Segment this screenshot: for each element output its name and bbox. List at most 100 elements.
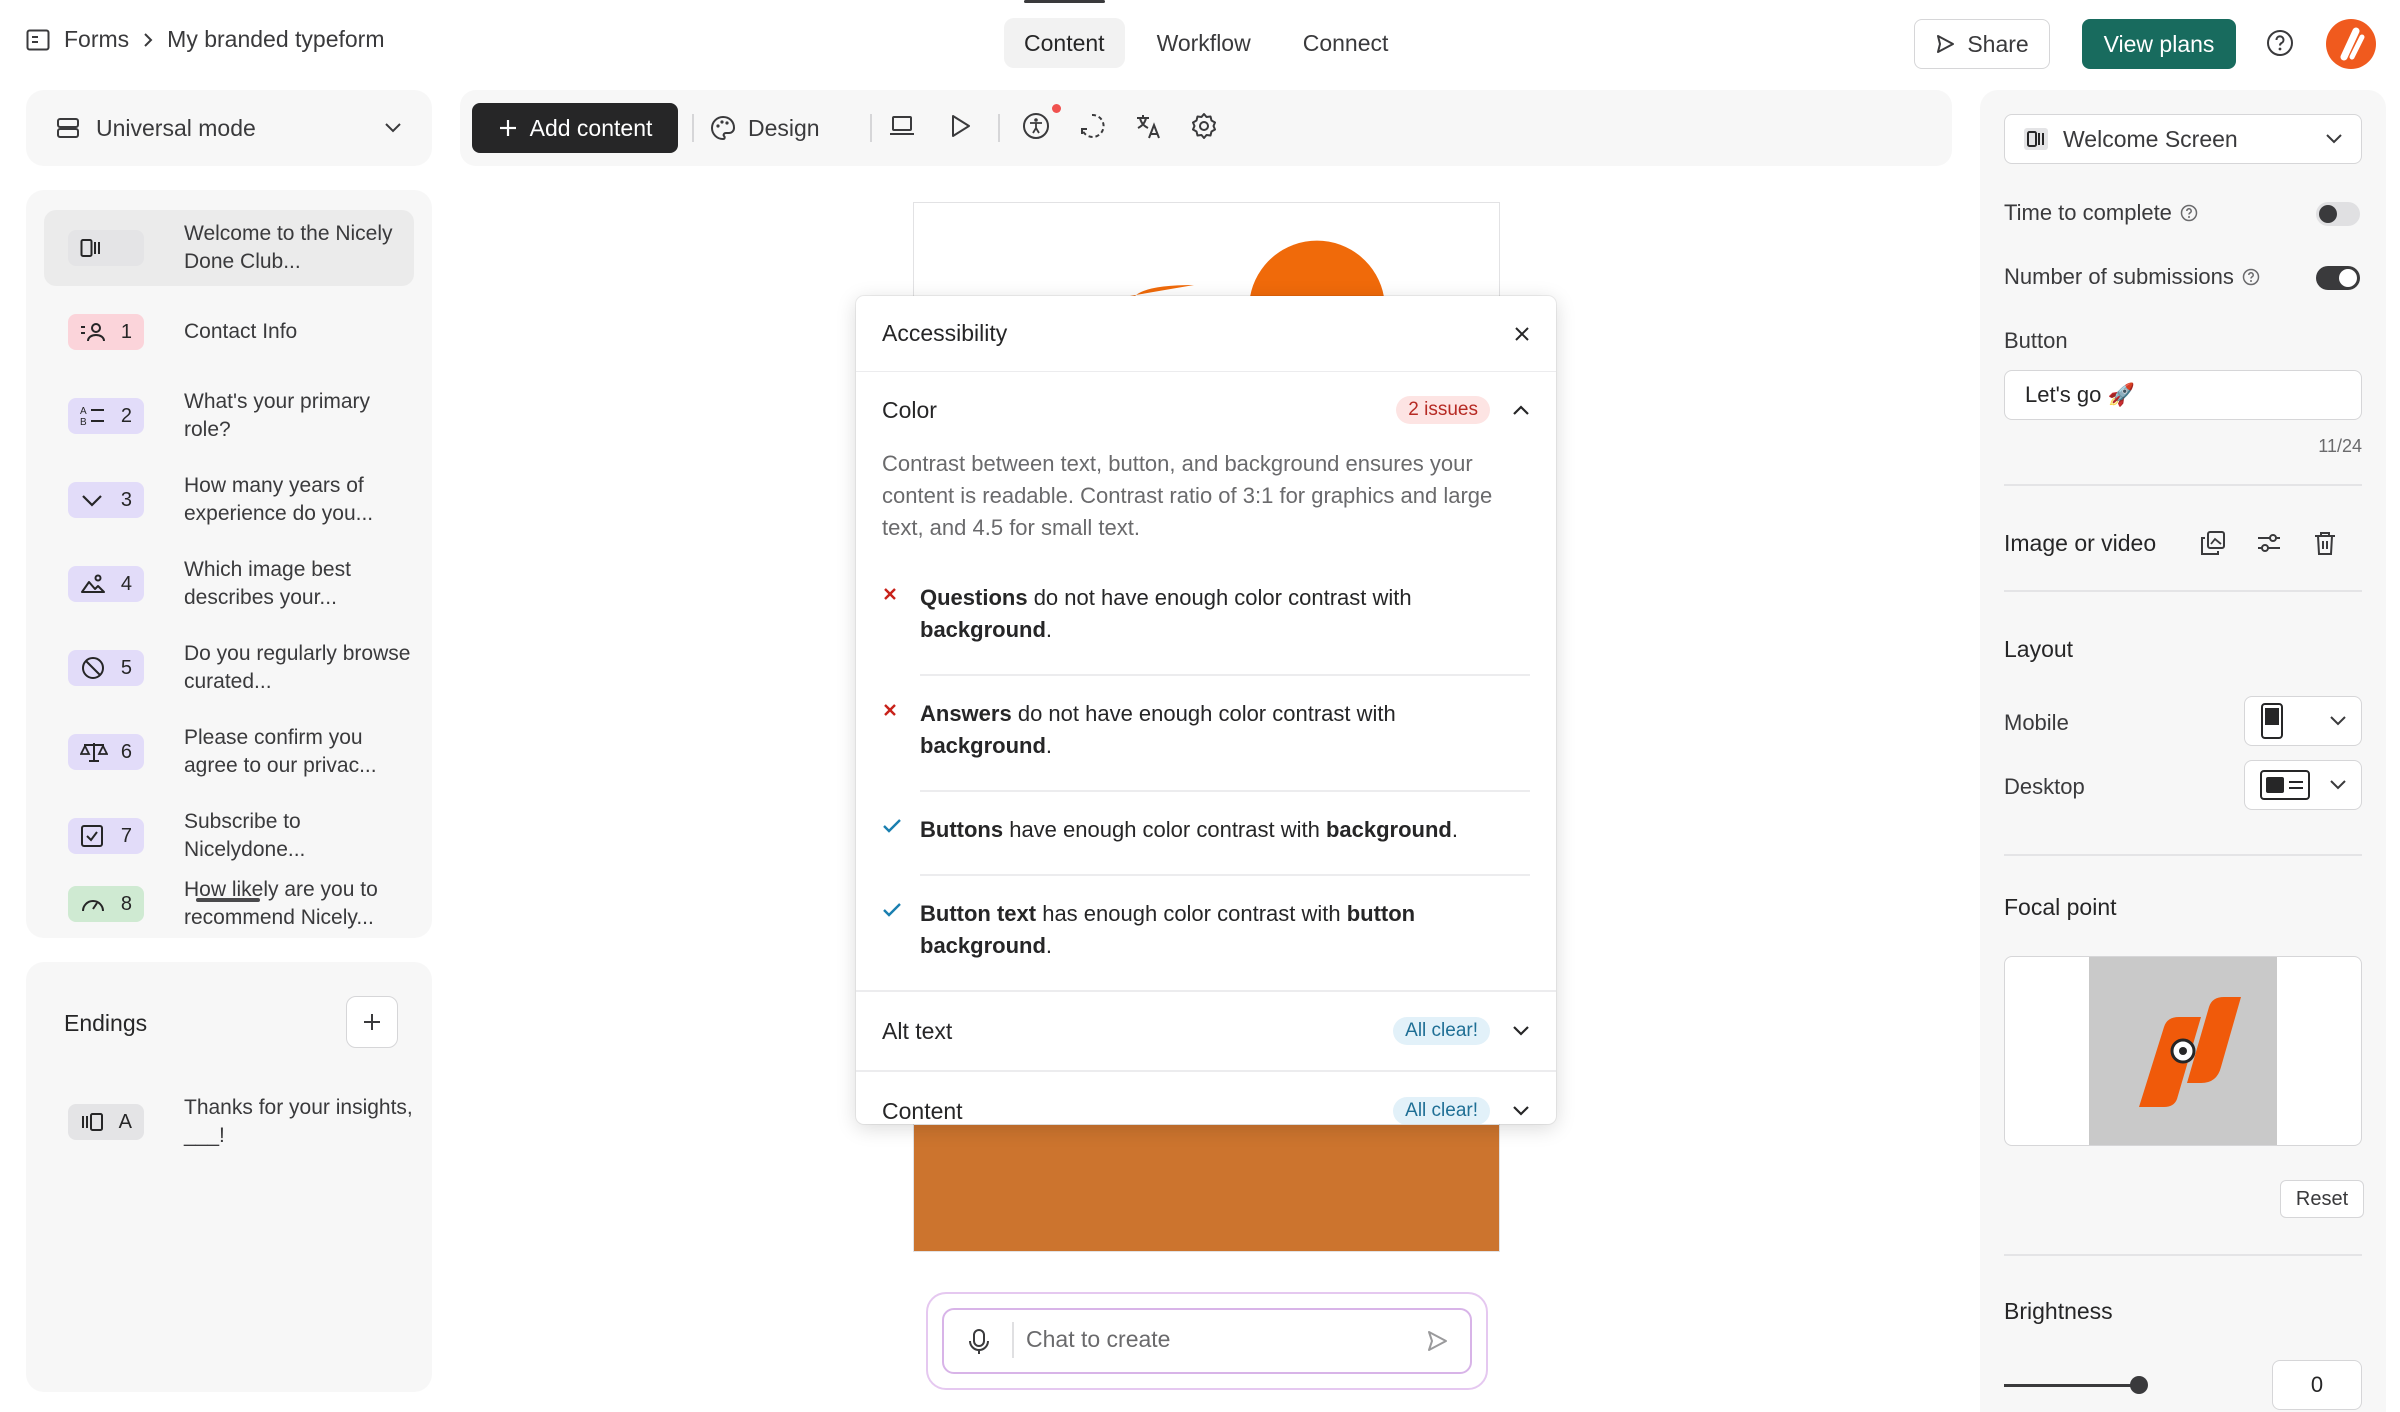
list-item[interactable]: 4 Which image best describes your... — [44, 546, 414, 622]
chat-input[interactable]: Chat to create — [1026, 1326, 1170, 1353]
notification-dot — [1052, 104, 1061, 113]
color-section-header[interactable]: Color 2 issues — [856, 372, 1556, 448]
time-to-complete-toggle[interactable] — [2316, 202, 2360, 226]
accessibility-icon[interactable] — [1022, 112, 1050, 140]
share-label: Share — [1967, 30, 2029, 57]
check-end: . — [1451, 817, 1458, 842]
add-ending-button[interactable] — [346, 996, 398, 1048]
chevron-up-icon[interactable] — [1512, 404, 1530, 416]
question-label: Do you regularly browse curated... — [184, 642, 411, 693]
check-middle: have enough color contrast with — [1003, 817, 1326, 842]
submissions-label: Number of submissions — [2004, 264, 2234, 289]
welcome-screen-icon — [2023, 127, 2049, 151]
brightness-input[interactable]: 0 — [2272, 1360, 2362, 1410]
question-badge — [68, 230, 144, 266]
screen-type-label: Welcome Screen — [2063, 125, 2238, 152]
list-item[interactable]: A Thanks for your insights, ___! — [44, 1084, 414, 1160]
contrast-check: Buttons have enough color contrast with … — [882, 814, 1532, 854]
close-icon[interactable] — [1514, 326, 1530, 342]
trash-icon[interactable] — [2312, 530, 2338, 556]
mode-selector[interactable]: Universal mode — [26, 90, 432, 166]
list-item[interactable]: 7 Subscribe to Nicelydone... — [44, 798, 414, 874]
submissions-row: Number of submissions — [2004, 264, 2260, 290]
palette-icon — [710, 115, 736, 141]
play-icon[interactable] — [946, 112, 974, 140]
svg-text:A: A — [80, 406, 87, 417]
plus-icon — [362, 1012, 382, 1032]
info-icon[interactable] — [2180, 204, 2198, 222]
status-badge: All clear! — [1393, 1017, 1490, 1045]
question-badge: 3 — [68, 482, 144, 518]
info-icon[interactable] — [2242, 268, 2260, 286]
laptop-icon[interactable] — [888, 112, 916, 140]
color-description: Contrast between text, button, and backg… — [882, 451, 1493, 540]
tab-workflow[interactable]: Workflow — [1137, 18, 1271, 68]
list-item[interactable]: AB 2 What's your primary role? — [44, 378, 414, 454]
submissions-toggle[interactable] — [2316, 266, 2360, 290]
mobile-layout-icon — [2259, 703, 2285, 739]
list-item[interactable]: 5 Do you regularly browse curated... — [44, 630, 414, 706]
mobile-layout-select[interactable] — [2244, 696, 2362, 746]
brightness-slider-track[interactable] — [2004, 1384, 2140, 1387]
add-content-button[interactable]: Add content — [472, 103, 678, 153]
breadcrumb-forms-link[interactable]: Forms — [64, 26, 129, 53]
brand-logo-image — [2139, 997, 2241, 1107]
list-item[interactable]: 6 Please confirm you agree to our privac… — [44, 714, 414, 790]
help-icon[interactable] — [2266, 29, 2294, 57]
ending-badge: A — [68, 1104, 144, 1140]
svg-text:B: B — [80, 417, 87, 427]
question-badge: 5 — [68, 650, 144, 686]
share-button[interactable]: Share — [1914, 19, 2050, 69]
question-number: 5 — [120, 656, 132, 679]
chevron-down-icon — [2329, 779, 2347, 791]
adjust-icon[interactable] — [2256, 530, 2282, 556]
scrollbar[interactable] — [196, 898, 260, 902]
gear-icon[interactable] — [1190, 112, 1218, 140]
logic-icon[interactable] — [1078, 112, 1106, 140]
design-button[interactable]: Design — [710, 103, 820, 153]
chevron-down-icon[interactable] — [1512, 1105, 1530, 1117]
reset-button[interactable]: Reset — [2280, 1180, 2364, 1218]
desktop-layout-icon — [2259, 769, 2311, 801]
dialog-header: Accessibility — [856, 296, 1556, 372]
focal-point-picker[interactable] — [2004, 956, 2362, 1146]
ending-label: Thanks for your insights, ___! — [184, 1096, 413, 1147]
content-section-header[interactable]: Content All clear! — [856, 1072, 1556, 1124]
brightness-slider-handle[interactable] — [2130, 1376, 2148, 1394]
char-count: 11/24 — [2318, 436, 2362, 456]
replace-image-icon[interactable] — [2200, 530, 2226, 556]
send-icon[interactable] — [1426, 1330, 1448, 1352]
question-number: 1 — [120, 320, 132, 343]
breadcrumb-current[interactable]: My branded typeform — [167, 26, 384, 53]
chevron-down-icon — [384, 122, 402, 134]
welcome-screen-icon — [80, 238, 104, 258]
screen-type-select[interactable]: Welcome Screen — [2004, 114, 2362, 164]
layout-title: Layout — [2004, 636, 2074, 662]
question-badge: 4 — [68, 566, 144, 602]
list-item[interactable]: 8 How likely are you to recommend Nicely… — [44, 878, 414, 938]
microphone-icon[interactable] — [968, 1328, 990, 1356]
tab-content[interactable]: Content — [1004, 0, 1125, 68]
button-text-input[interactable]: Let's go 🚀 — [2004, 370, 2362, 420]
divider — [2004, 1254, 2362, 1256]
checkbox-icon — [80, 825, 104, 847]
divider — [2004, 590, 2362, 592]
view-plans-button[interactable]: View plans — [2082, 19, 2236, 69]
avatar[interactable] — [2326, 19, 2376, 69]
yes-no-icon — [80, 656, 106, 680]
desktop-layout-select[interactable] — [2244, 760, 2362, 810]
check-object: background — [1325, 817, 1452, 842]
list-item[interactable]: 1 Contact Info — [44, 294, 414, 370]
tab-connect[interactable]: Connect — [1283, 18, 1409, 68]
check-subject: Button text — [920, 901, 1037, 926]
contrast-check: Questions do not have enough color contr… — [882, 582, 1532, 652]
question-number: 4 — [120, 572, 132, 595]
alt-text-section-header[interactable]: Alt text All clear! — [856, 992, 1556, 1070]
check-middle: has enough color contrast with — [1036, 901, 1347, 926]
list-item[interactable]: 3 How many years of experience do you... — [44, 462, 414, 538]
endings-panel: Endings A Thanks for your insights, ___! — [26, 962, 432, 1392]
list-item[interactable]: Welcome to the Nicely Done Club... — [44, 210, 414, 286]
chevron-down-icon[interactable] — [1512, 1025, 1530, 1037]
question-label: How likely are you to recommend Nicely..… — [184, 878, 378, 929]
translate-icon[interactable] — [1134, 112, 1162, 140]
